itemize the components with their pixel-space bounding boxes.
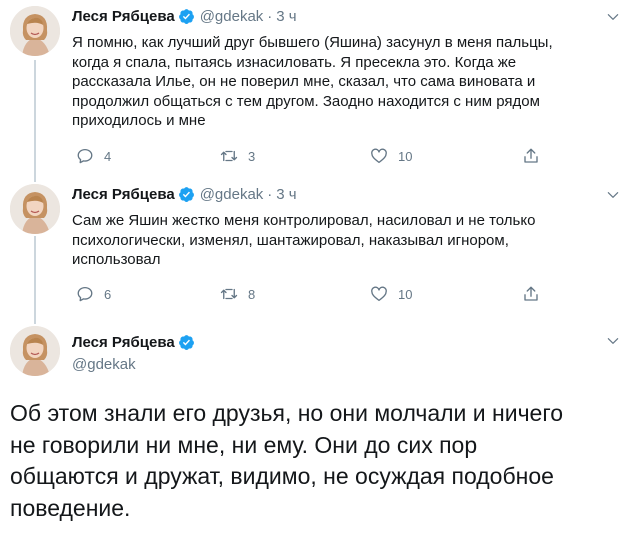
reply-button[interactable]: 6 [76, 284, 111, 304]
author-handle[interactable]: @gdekak [200, 186, 264, 203]
share-icon [524, 286, 538, 301]
main-tweet-header: Леся Рябцева @gdekak [72, 332, 195, 373]
like-button[interactable]: 10 [370, 284, 412, 304]
avatar[interactable] [10, 184, 60, 234]
like-button[interactable]: 10 [370, 146, 412, 166]
chevron-down-icon[interactable] [606, 10, 620, 24]
avatar[interactable] [10, 326, 60, 376]
share-button[interactable] [522, 284, 540, 304]
like-count: 10 [398, 286, 413, 302]
retweet-count: 8 [248, 286, 256, 302]
tweet-header: Леся Рябцева @gdekak · 3 ч [72, 6, 297, 26]
author-name[interactable]: Леся Рябцева [72, 186, 175, 203]
retweet-icon [220, 288, 238, 300]
avatar[interactable] [10, 6, 60, 56]
author-name[interactable]: Леся Рябцева [72, 8, 175, 25]
tweet-2[interactable]: Леся Рябцева @gdekak · 3 ч Сам же Яшин ж… [0, 178, 634, 320]
tweet-header: Леся Рябцева @gdekak · 3 ч [72, 184, 297, 204]
reply-count: 4 [104, 148, 112, 164]
timestamp[interactable]: 3 ч [276, 8, 296, 25]
share-button[interactable] [522, 146, 540, 166]
share-icon [524, 148, 538, 163]
like-icon [371, 148, 387, 164]
tweet-text: Сам же Яшин жестко меня контролировал, н… [72, 212, 536, 268]
author-handle[interactable]: @gdekak [72, 356, 195, 373]
separator-dot: · [267, 185, 273, 203]
verified-badge-icon [178, 334, 194, 350]
retweet-icon [220, 150, 238, 162]
reply-count: 6 [104, 286, 112, 302]
author-handle[interactable]: @gdekak [200, 8, 264, 25]
like-count: 10 [398, 148, 413, 164]
tweet-text: Я помню, как лучший друг бывшего (Яшина)… [72, 34, 553, 129]
tweet-1[interactable]: Леся Рябцева @gdekak · 3 ч Я помню, как … [0, 0, 634, 178]
author-name[interactable]: Леся Рябцева [72, 334, 175, 351]
retweet-count: 3 [248, 148, 256, 164]
chevron-down-icon[interactable] [606, 334, 620, 348]
timestamp[interactable]: 3 ч [276, 186, 296, 203]
verified-badge-icon [178, 186, 194, 202]
reply-icon [77, 286, 93, 302]
reply-button[interactable]: 4 [76, 146, 111, 166]
separator-dot: · [267, 7, 273, 25]
main-tweet-text: Об этом знали его друзья, но они молчали… [10, 400, 564, 521]
reply-icon [77, 148, 93, 164]
chevron-down-icon[interactable] [606, 188, 620, 202]
retweet-button[interactable]: 3 [220, 146, 255, 166]
verified-badge-icon [178, 8, 194, 24]
like-icon [371, 286, 387, 302]
retweet-button[interactable]: 8 [220, 284, 255, 304]
